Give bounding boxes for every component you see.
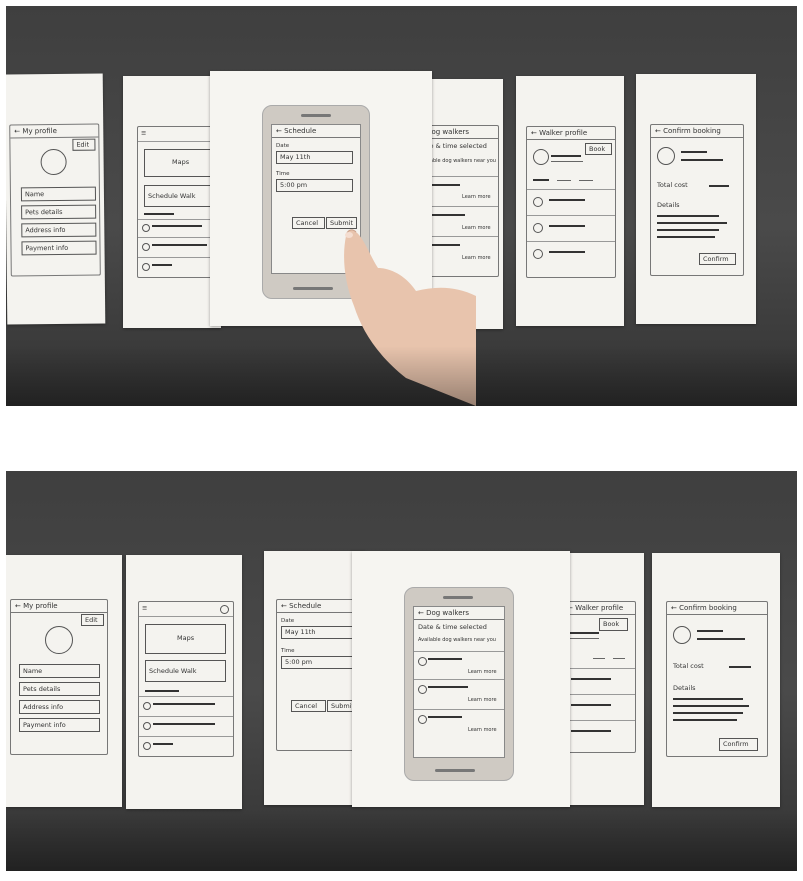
edit-button[interactable]: Edit (81, 614, 104, 626)
paper-my-profile: ← My profile Edit Name Pets details Addr… (6, 555, 122, 807)
field-payment-info[interactable]: Payment info (19, 718, 100, 732)
cancel-button[interactable]: Cancel (291, 700, 326, 712)
learn-more-link[interactable]: Learn more (468, 727, 497, 733)
photo-top: ← My profile Edit Name Pets details Addr… (6, 6, 797, 406)
my-profile-header: ← My profile (11, 600, 107, 613)
photo-bottom: ← My profile Edit Name Pets details Addr… (6, 471, 797, 871)
details-label: Details (673, 684, 696, 692)
map-label: Maps (177, 634, 195, 642)
field-name[interactable]: Name (19, 664, 100, 678)
confirm-booking-header: ← Confirm booking (667, 602, 767, 615)
field-address-info[interactable]: Address info (19, 700, 100, 714)
date-time-selected: Date & time selected (418, 623, 487, 631)
hamburger-icon: ≡ (142, 604, 148, 612)
walker-photo-icon (673, 626, 691, 644)
paper-schedule: ← Schedule Date May 11th Time 5:00 pm Ca… (264, 551, 368, 805)
schedule-walk-button[interactable]: Schedule Walk (145, 660, 226, 682)
field-pets-details[interactable]: Pets details (19, 682, 100, 696)
available-walkers-label: Available dog walkers near you (418, 637, 496, 643)
time-field[interactable]: 5:00 pm (281, 656, 360, 669)
paper-home: ≡ Maps Schedule Walk (126, 555, 242, 809)
book-button[interactable]: Book (599, 618, 628, 631)
settings-icon[interactable] (220, 605, 229, 614)
avatar-icon (45, 626, 73, 654)
paper-confirm-booking: ← Confirm booking Total cost Details Con… (652, 553, 780, 807)
walker-profile-header: ← Walker profile (563, 602, 635, 615)
date-label: Date (281, 618, 295, 624)
learn-more-link[interactable]: Learn more (468, 669, 497, 675)
dog-walkers-header: ← Dog walkers (414, 607, 504, 620)
date-field[interactable]: May 11th (281, 626, 360, 639)
confirm-button[interactable]: Confirm (719, 738, 758, 751)
learn-more-link[interactable]: Learn more (468, 697, 497, 703)
time-label: Time (281, 648, 295, 654)
paper-walker-profile: ← Walker profile Book (562, 553, 644, 805)
total-cost-label: Total cost (673, 662, 704, 670)
phone-frame: ← Dog walkers Date & time selected Avail… (404, 587, 514, 781)
paper-dog-walkers-large: ← Dog walkers Date & time selected Avail… (352, 551, 570, 807)
speaker-icon (443, 596, 473, 599)
